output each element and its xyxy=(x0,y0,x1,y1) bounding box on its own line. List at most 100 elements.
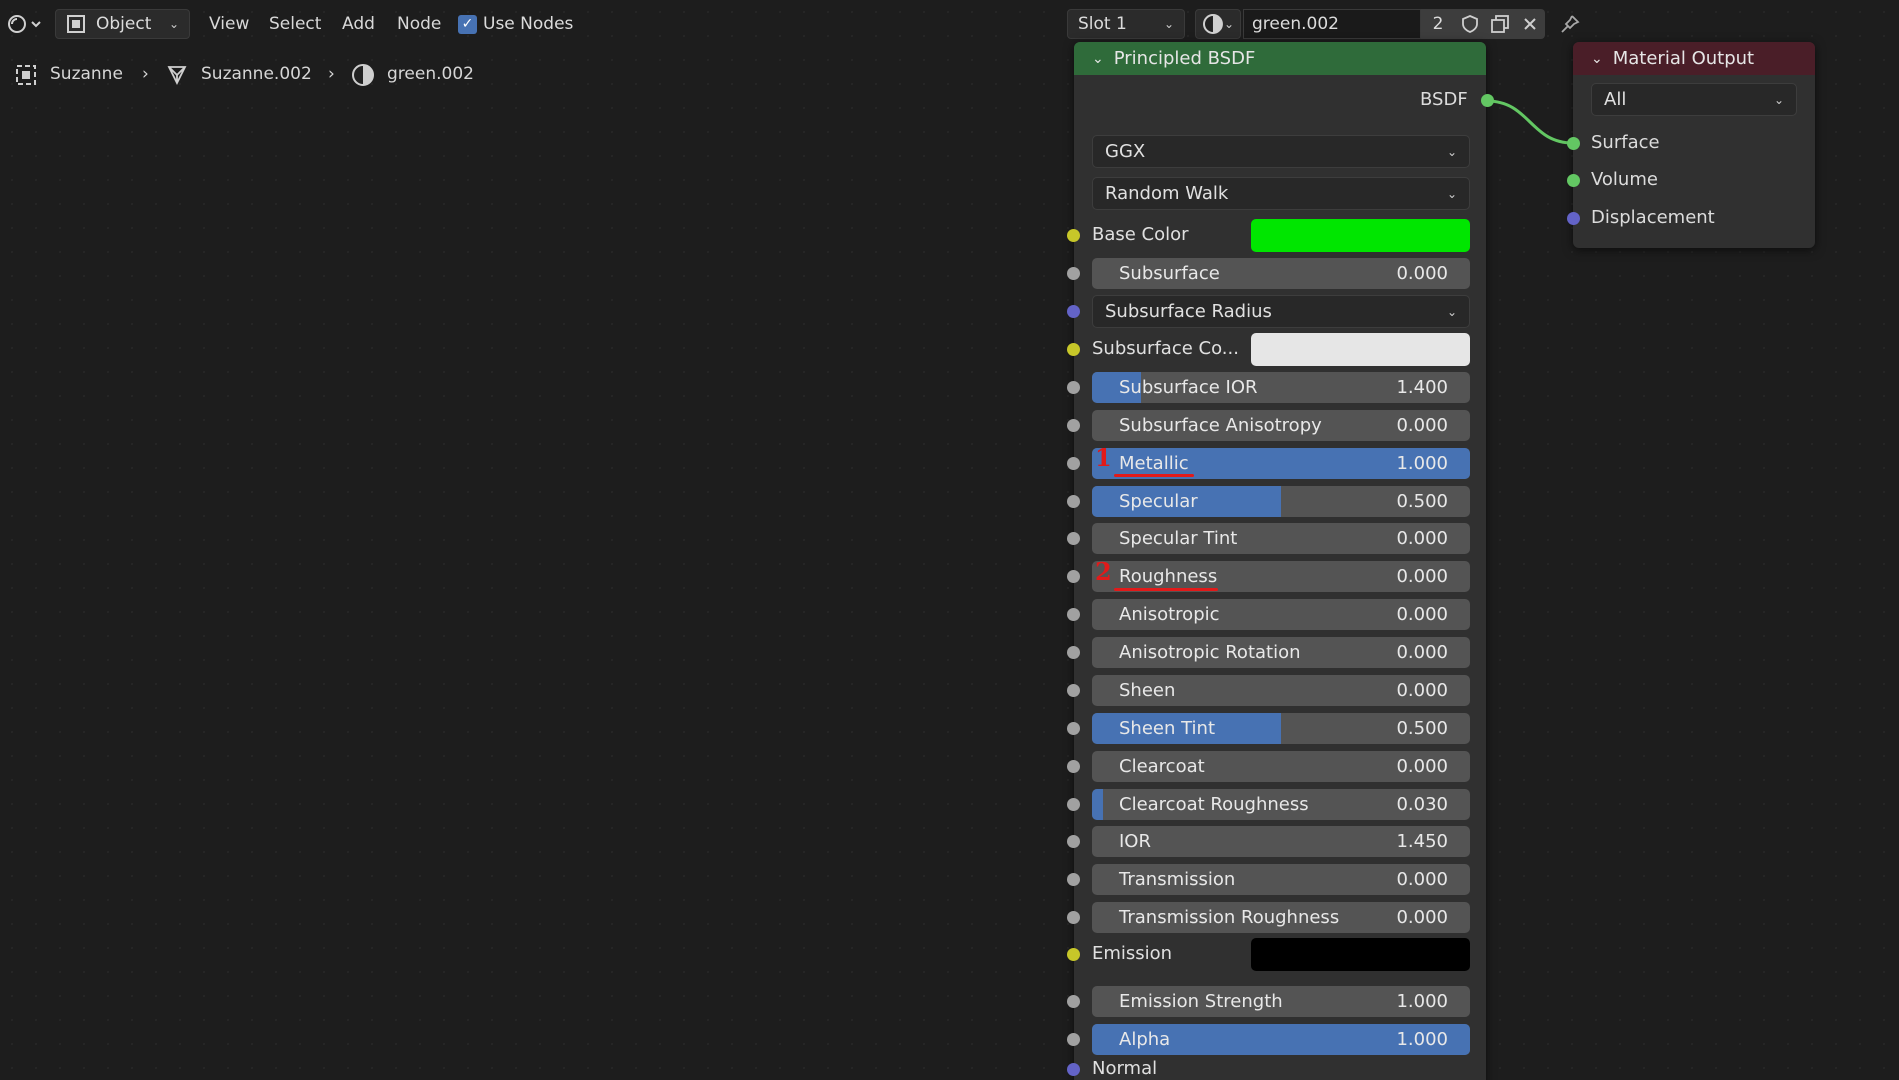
specular-tint-field[interactable]: Specular Tint 0.000 xyxy=(1092,523,1470,554)
collapse-chevron-icon[interactable]: ⌄ xyxy=(1092,51,1104,67)
alpha-field[interactable]: Alpha 1.000 xyxy=(1092,1024,1470,1055)
emission-socket[interactable] xyxy=(1067,948,1080,961)
clearcoat-roughness-socket[interactable] xyxy=(1067,798,1080,811)
subsurface-radius-socket[interactable] xyxy=(1067,305,1080,318)
emission-strength-field[interactable]: Emission Strength 1.000 xyxy=(1092,986,1470,1017)
clearcoat-label: Clearcoat xyxy=(1119,756,1205,777)
subsurface-color-socket[interactable] xyxy=(1067,343,1080,356)
sheen-socket[interactable] xyxy=(1067,684,1080,697)
transmission-roughness-field[interactable]: Transmission Roughness 0.000 xyxy=(1092,902,1470,933)
subsurface-radius-dropdown[interactable]: Subsurface Radius ⌄ xyxy=(1092,295,1470,328)
anisotropic-rotation-value: 0.000 xyxy=(1396,642,1448,663)
chevron-down-icon: ⌄ xyxy=(1446,304,1457,319)
clearcoat-roughness-field[interactable]: Clearcoat Roughness 0.030 xyxy=(1092,789,1470,820)
node-title: Principled BSDF xyxy=(1113,48,1256,69)
base-color-label: Base Color xyxy=(1092,224,1189,245)
displacement-input-socket[interactable] xyxy=(1567,212,1580,225)
roughness-value: 0.000 xyxy=(1396,566,1448,587)
distribution-dropdown[interactable]: GGX ⌄ xyxy=(1092,135,1470,168)
metallic-socket[interactable] xyxy=(1067,457,1080,470)
alpha-socket[interactable] xyxy=(1067,1033,1080,1046)
target-dropdown[interactable]: All ⌄ xyxy=(1591,83,1797,116)
clearcoat-roughness-label: Clearcoat Roughness xyxy=(1119,794,1309,815)
anisotropic-value: 0.000 xyxy=(1396,604,1448,625)
annotation-underline-metallic xyxy=(1114,474,1194,477)
subsurface-value: 0.000 xyxy=(1396,263,1448,284)
subsurface-anisotropy-socket[interactable] xyxy=(1067,419,1080,432)
chevron-down-icon: ⌄ xyxy=(1446,186,1457,201)
clearcoat-value: 0.000 xyxy=(1396,756,1448,777)
anisotropic-socket[interactable] xyxy=(1067,608,1080,621)
subsurface-socket[interactable] xyxy=(1067,267,1080,280)
sheen-tint-field[interactable]: Sheen Tint 0.500 xyxy=(1092,713,1470,744)
node-header[interactable]: ⌄ Material Output xyxy=(1573,42,1815,75)
anisotropic-rotation-socket[interactable] xyxy=(1067,646,1080,659)
emission-strength-value: 1.000 xyxy=(1396,991,1448,1012)
emission-strength-socket[interactable] xyxy=(1067,995,1080,1008)
alpha-value: 1.000 xyxy=(1396,1029,1448,1050)
subsurface-ior-socket[interactable] xyxy=(1067,381,1080,394)
sheen-tint-socket[interactable] xyxy=(1067,722,1080,735)
subsurface-method-dropdown[interactable]: Random Walk ⌄ xyxy=(1092,177,1470,210)
transmission-roughness-value: 0.000 xyxy=(1396,907,1448,928)
clearcoat-roughness-fill xyxy=(1092,789,1104,820)
displacement-input-label: Displacement xyxy=(1591,207,1715,228)
transmission-socket[interactable] xyxy=(1067,873,1080,886)
subsurface-ior-value: 1.400 xyxy=(1396,377,1448,398)
subsurface-anisotropy-field[interactable]: Subsurface Anisotropy 0.000 xyxy=(1092,410,1470,441)
normal-socket[interactable] xyxy=(1067,1063,1080,1076)
transmission-field[interactable]: Transmission 0.000 xyxy=(1092,864,1470,895)
specular-tint-value: 0.000 xyxy=(1396,528,1448,549)
clearcoat-roughness-value: 0.030 xyxy=(1396,794,1448,815)
ior-field[interactable]: IOR 1.450 xyxy=(1092,826,1470,857)
ior-socket[interactable] xyxy=(1067,835,1080,848)
subsurface-color-swatch[interactable] xyxy=(1251,333,1470,366)
roughness-label: Roughness xyxy=(1119,566,1218,587)
emission-label: Emission xyxy=(1092,943,1173,964)
node-header[interactable]: ⌄ Principled BSDF xyxy=(1074,42,1486,75)
sheen-label: Sheen xyxy=(1119,680,1176,701)
specular-tint-label: Specular Tint xyxy=(1119,528,1238,549)
transmission-roughness-socket[interactable] xyxy=(1067,911,1080,924)
ior-value: 1.450 xyxy=(1396,831,1448,852)
normal-label: Normal xyxy=(1092,1058,1158,1079)
metallic-label: Metallic xyxy=(1119,453,1189,474)
subsurface-label: Subsurface xyxy=(1119,263,1220,284)
sheen-field[interactable]: Sheen 0.000 xyxy=(1092,675,1470,706)
subsurface-field[interactable]: Subsurface 0.000 xyxy=(1092,258,1470,289)
base-color-socket[interactable] xyxy=(1067,229,1080,242)
emission-color-swatch[interactable] xyxy=(1251,938,1470,971)
clearcoat-socket[interactable] xyxy=(1067,760,1080,773)
sheen-tint-label: Sheen Tint xyxy=(1119,718,1216,739)
anisotropic-rotation-field[interactable]: Anisotropic Rotation 0.000 xyxy=(1092,637,1470,668)
chevron-down-icon: ⌄ xyxy=(1773,92,1784,107)
anisotropic-field[interactable]: Anisotropic 0.000 xyxy=(1092,599,1470,630)
volume-input-label: Volume xyxy=(1591,169,1658,190)
transmission-roughness-label: Transmission Roughness xyxy=(1119,907,1340,928)
specular-socket[interactable] xyxy=(1067,495,1080,508)
subsurface-ior-label: Subsurface IOR xyxy=(1119,377,1258,398)
anisotropic-label: Anisotropic xyxy=(1119,604,1220,625)
bsdf-output-label: BSDF xyxy=(1420,89,1468,110)
specular-tint-socket[interactable] xyxy=(1067,532,1080,545)
emission-strength-label: Emission Strength xyxy=(1119,991,1283,1012)
specular-value: 0.500 xyxy=(1396,491,1448,512)
surface-input-socket[interactable] xyxy=(1567,137,1580,150)
specular-field[interactable]: Specular 0.500 xyxy=(1092,486,1470,517)
distribution-value: GGX xyxy=(1105,141,1146,162)
node-title: Material Output xyxy=(1612,48,1755,69)
subsurface-ior-field[interactable]: Subsurface IOR 1.400 xyxy=(1092,372,1470,403)
subsurface-method-value: Random Walk xyxy=(1105,183,1229,204)
roughness-socket[interactable] xyxy=(1067,570,1080,583)
sheen-tint-value: 0.500 xyxy=(1396,718,1448,739)
collapse-chevron-icon[interactable]: ⌄ xyxy=(1591,51,1603,67)
metallic-value: 1.000 xyxy=(1396,453,1448,474)
target-value: All xyxy=(1604,89,1627,110)
volume-input-socket[interactable] xyxy=(1567,174,1580,187)
bsdf-output-socket[interactable] xyxy=(1481,94,1494,107)
subsurface-anisotropy-label: Subsurface Anisotropy xyxy=(1119,415,1322,436)
ior-label: IOR xyxy=(1119,831,1151,852)
clearcoat-field[interactable]: Clearcoat 0.000 xyxy=(1092,751,1470,782)
annotation-underline-roughness xyxy=(1114,588,1218,591)
base-color-swatch[interactable] xyxy=(1251,219,1470,252)
